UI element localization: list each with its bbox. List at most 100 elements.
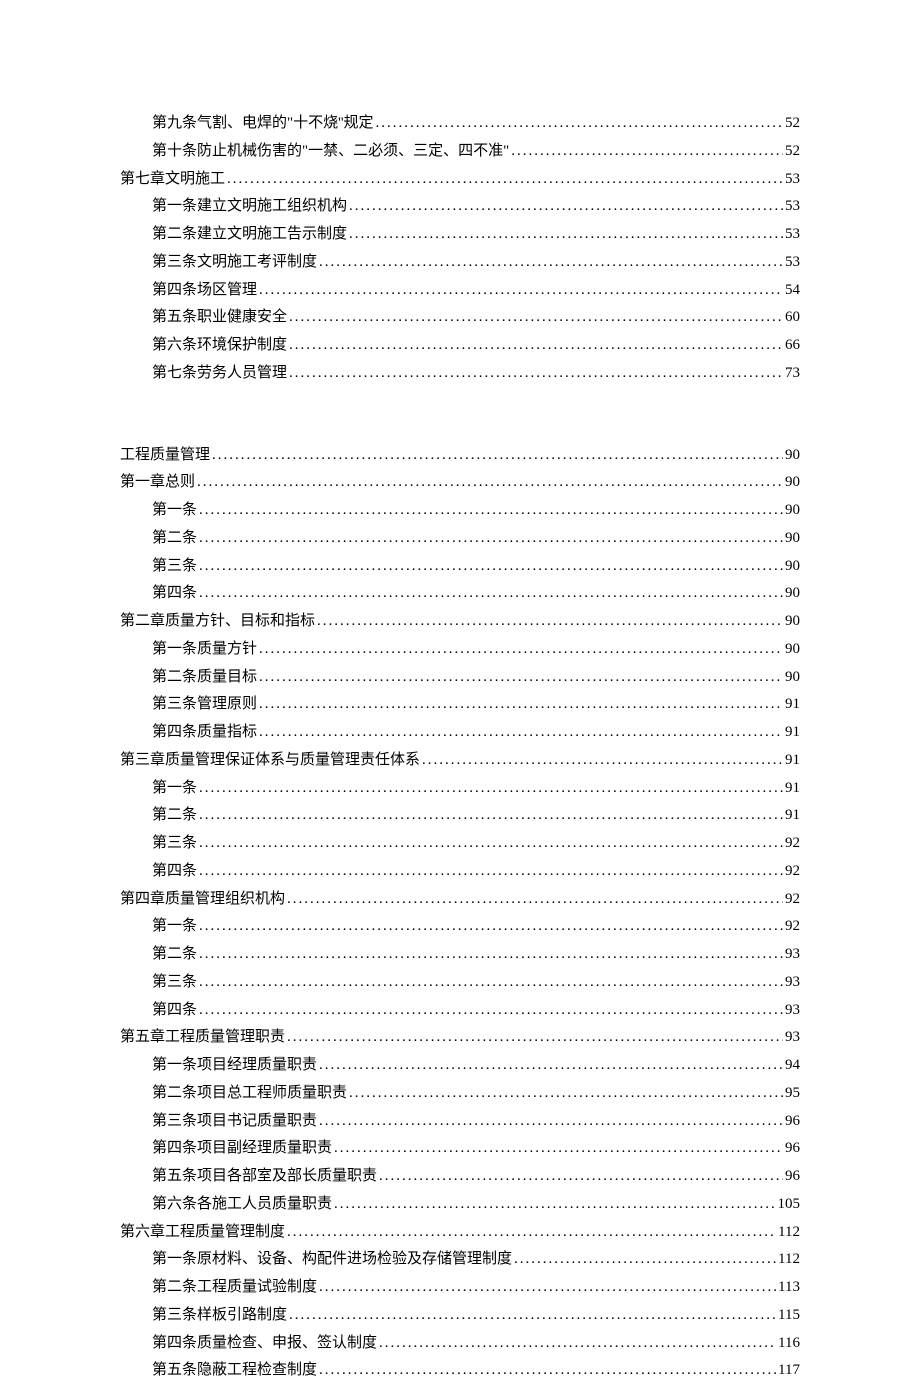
toc-entry-page: 96 xyxy=(785,1135,800,1163)
toc-leader-dots xyxy=(259,664,783,692)
toc-entry-label: 第二条 xyxy=(152,941,197,969)
toc-entry-label: 第三条 xyxy=(152,830,197,858)
toc-entry-label: 第一条 xyxy=(152,913,197,941)
toc-entry-page: 91 xyxy=(785,747,800,775)
toc-entry-page: 93 xyxy=(785,1024,800,1052)
toc-entry-page: 91 xyxy=(785,691,800,719)
toc-entry-page: 73 xyxy=(785,360,800,388)
toc-leader-dots xyxy=(259,691,783,719)
toc-entry-page: 53 xyxy=(785,249,800,277)
toc-entry: 第二条90 xyxy=(120,525,800,553)
toc-entry: 第一条原材料、设备、构配件进场检验及存储管理制度 112 xyxy=(120,1246,800,1274)
toc-entry-label: 第三条 xyxy=(152,969,197,997)
toc-entry-label: 第一条原材料、设备、构配件进场检验及存储管理制度 xyxy=(152,1246,512,1274)
toc-entry: 第一条90 xyxy=(120,497,800,525)
toc-entry-page: 90 xyxy=(785,636,800,664)
toc-entry-label: 第七章文明施工 xyxy=(120,166,225,194)
toc-entry-page: 92 xyxy=(785,886,800,914)
toc-entry-page: 54 xyxy=(785,277,800,305)
toc-entry: 第一章总则 90 xyxy=(120,469,800,497)
toc-entry-page: 112 xyxy=(778,1246,800,1274)
toc-entry-page: 52 xyxy=(785,138,800,166)
toc-entry-page: 96 xyxy=(785,1163,800,1191)
toc-entry-label: 第三条样板引路制度 xyxy=(152,1302,287,1330)
toc-entry: 第一条建立文明施工组织机构 53 xyxy=(120,193,800,221)
toc-entry-label: 第四条场区管理 xyxy=(152,277,257,305)
toc-entry-page: 91 xyxy=(785,802,800,830)
toc-entry-page: 53 xyxy=(785,193,800,221)
toc-entry-label: 第九条气割、电焊的"十不烧''规定 xyxy=(152,110,374,138)
toc-leader-dots xyxy=(511,138,783,166)
toc-leader-dots xyxy=(334,1191,775,1219)
toc-leader-dots xyxy=(376,110,783,138)
toc-entry-page: 66 xyxy=(785,332,800,360)
toc-leader-dots xyxy=(349,193,783,221)
toc-entry-label: 第五章工程质量管理职责 xyxy=(120,1024,285,1052)
toc-entry: 第二条 91 xyxy=(120,802,800,830)
toc-entry-page: 96 xyxy=(785,1108,800,1136)
toc-leader-dots xyxy=(287,1219,776,1247)
toc-leader-dots xyxy=(319,1357,776,1385)
toc-leader-dots xyxy=(199,858,783,886)
toc-entry: 第四条90 xyxy=(120,580,800,608)
toc-leader-dots xyxy=(199,497,783,525)
toc-entry-label: 第三条管理原则 xyxy=(152,691,257,719)
toc-entry: 第一条91 xyxy=(120,775,800,803)
toc-entry-page: 91 xyxy=(785,775,800,803)
toc-entry: 第五条隐蔽工程检查制度117 xyxy=(120,1357,800,1385)
toc-entry-label: 第二条 xyxy=(152,525,197,553)
toc-entry: 工程质量管理90 xyxy=(120,442,800,470)
toc-entry-label: 第四条 xyxy=(152,858,197,886)
toc-leader-dots xyxy=(319,249,783,277)
toc-entry-page: 90 xyxy=(785,497,800,525)
toc-entry: 第三章质量管理保证体系与质量管理责任体系 91 xyxy=(120,747,800,775)
toc-leader-dots xyxy=(319,1052,783,1080)
toc-entry-page: 117 xyxy=(778,1357,800,1385)
toc-entry-page: 116 xyxy=(778,1330,800,1358)
toc-leader-dots xyxy=(227,166,783,194)
toc-entry-label: 工程质量管理 xyxy=(120,442,210,470)
toc-leader-dots xyxy=(199,913,783,941)
toc-entry-label: 第四条 xyxy=(152,997,197,1025)
toc-entry-label: 第三条项目书记质量职责 xyxy=(152,1108,317,1136)
toc-leader-dots xyxy=(289,360,783,388)
toc-entry-page: 90 xyxy=(785,553,800,581)
toc-entry-page: 60 xyxy=(785,304,800,332)
toc-entry-label: 第四条质量检查、申报、签认制度 xyxy=(152,1330,377,1358)
toc-entry-label: 第四条项目副经理质量职责 xyxy=(152,1135,332,1163)
toc-entry: 第三条92 xyxy=(120,830,800,858)
toc-leader-dots xyxy=(287,886,783,914)
toc-entry: 第三条管理原则 91 xyxy=(120,691,800,719)
toc-entry: 第一条质量方针 90 xyxy=(120,636,800,664)
toc-entry-page: 105 xyxy=(778,1191,801,1219)
toc-leader-dots xyxy=(514,1246,776,1274)
toc-entry-page: 90 xyxy=(785,580,800,608)
toc-entry-label: 第五条职业健康安全 xyxy=(152,304,287,332)
toc-leader-dots xyxy=(199,580,783,608)
toc-entry-label: 第七条劳务人员管理 xyxy=(152,360,287,388)
toc-entry: 第五章工程质量管理职责 93 xyxy=(120,1024,800,1052)
toc-entry-label: 第一条建立文明施工组织机构 xyxy=(152,193,347,221)
toc-entry-label: 第三章质量管理保证体系与质量管理责任体系 xyxy=(120,747,420,775)
toc-entry: 第三条93 xyxy=(120,969,800,997)
toc-leader-dots xyxy=(199,997,783,1025)
toc-entry-label: 第二条 xyxy=(152,802,197,830)
toc-entry: 第二条质量目标 90 xyxy=(120,664,800,692)
toc-entry-page: 90 xyxy=(785,469,800,497)
toc-entry: 第二章质量方针、目标和指标90 xyxy=(120,608,800,636)
toc-entry-label: 第一章总则 xyxy=(120,469,195,497)
toc-entry-label: 第一条质量方针 xyxy=(152,636,257,664)
toc-entry-label: 第六条环境保护制度 xyxy=(152,332,287,360)
toc-entry: 第九条气割、电焊的"十不烧''规定52 xyxy=(120,110,800,138)
toc-entry-page: 53 xyxy=(785,166,800,194)
toc-entry-page: 112 xyxy=(778,1219,800,1247)
toc-leader-dots xyxy=(259,719,783,747)
toc-leader-dots xyxy=(289,1302,776,1330)
section-gap xyxy=(120,388,800,442)
toc-entry: 第三条项目书记质量职责 96 xyxy=(120,1108,800,1136)
toc-entry-label: 第二条项目总工程师质量职责 xyxy=(152,1080,347,1108)
toc-leader-dots xyxy=(212,442,783,470)
toc-entry-page: 53 xyxy=(785,221,800,249)
toc-entry-label: 第二条质量目标 xyxy=(152,664,257,692)
toc-entry-page: 90 xyxy=(785,664,800,692)
